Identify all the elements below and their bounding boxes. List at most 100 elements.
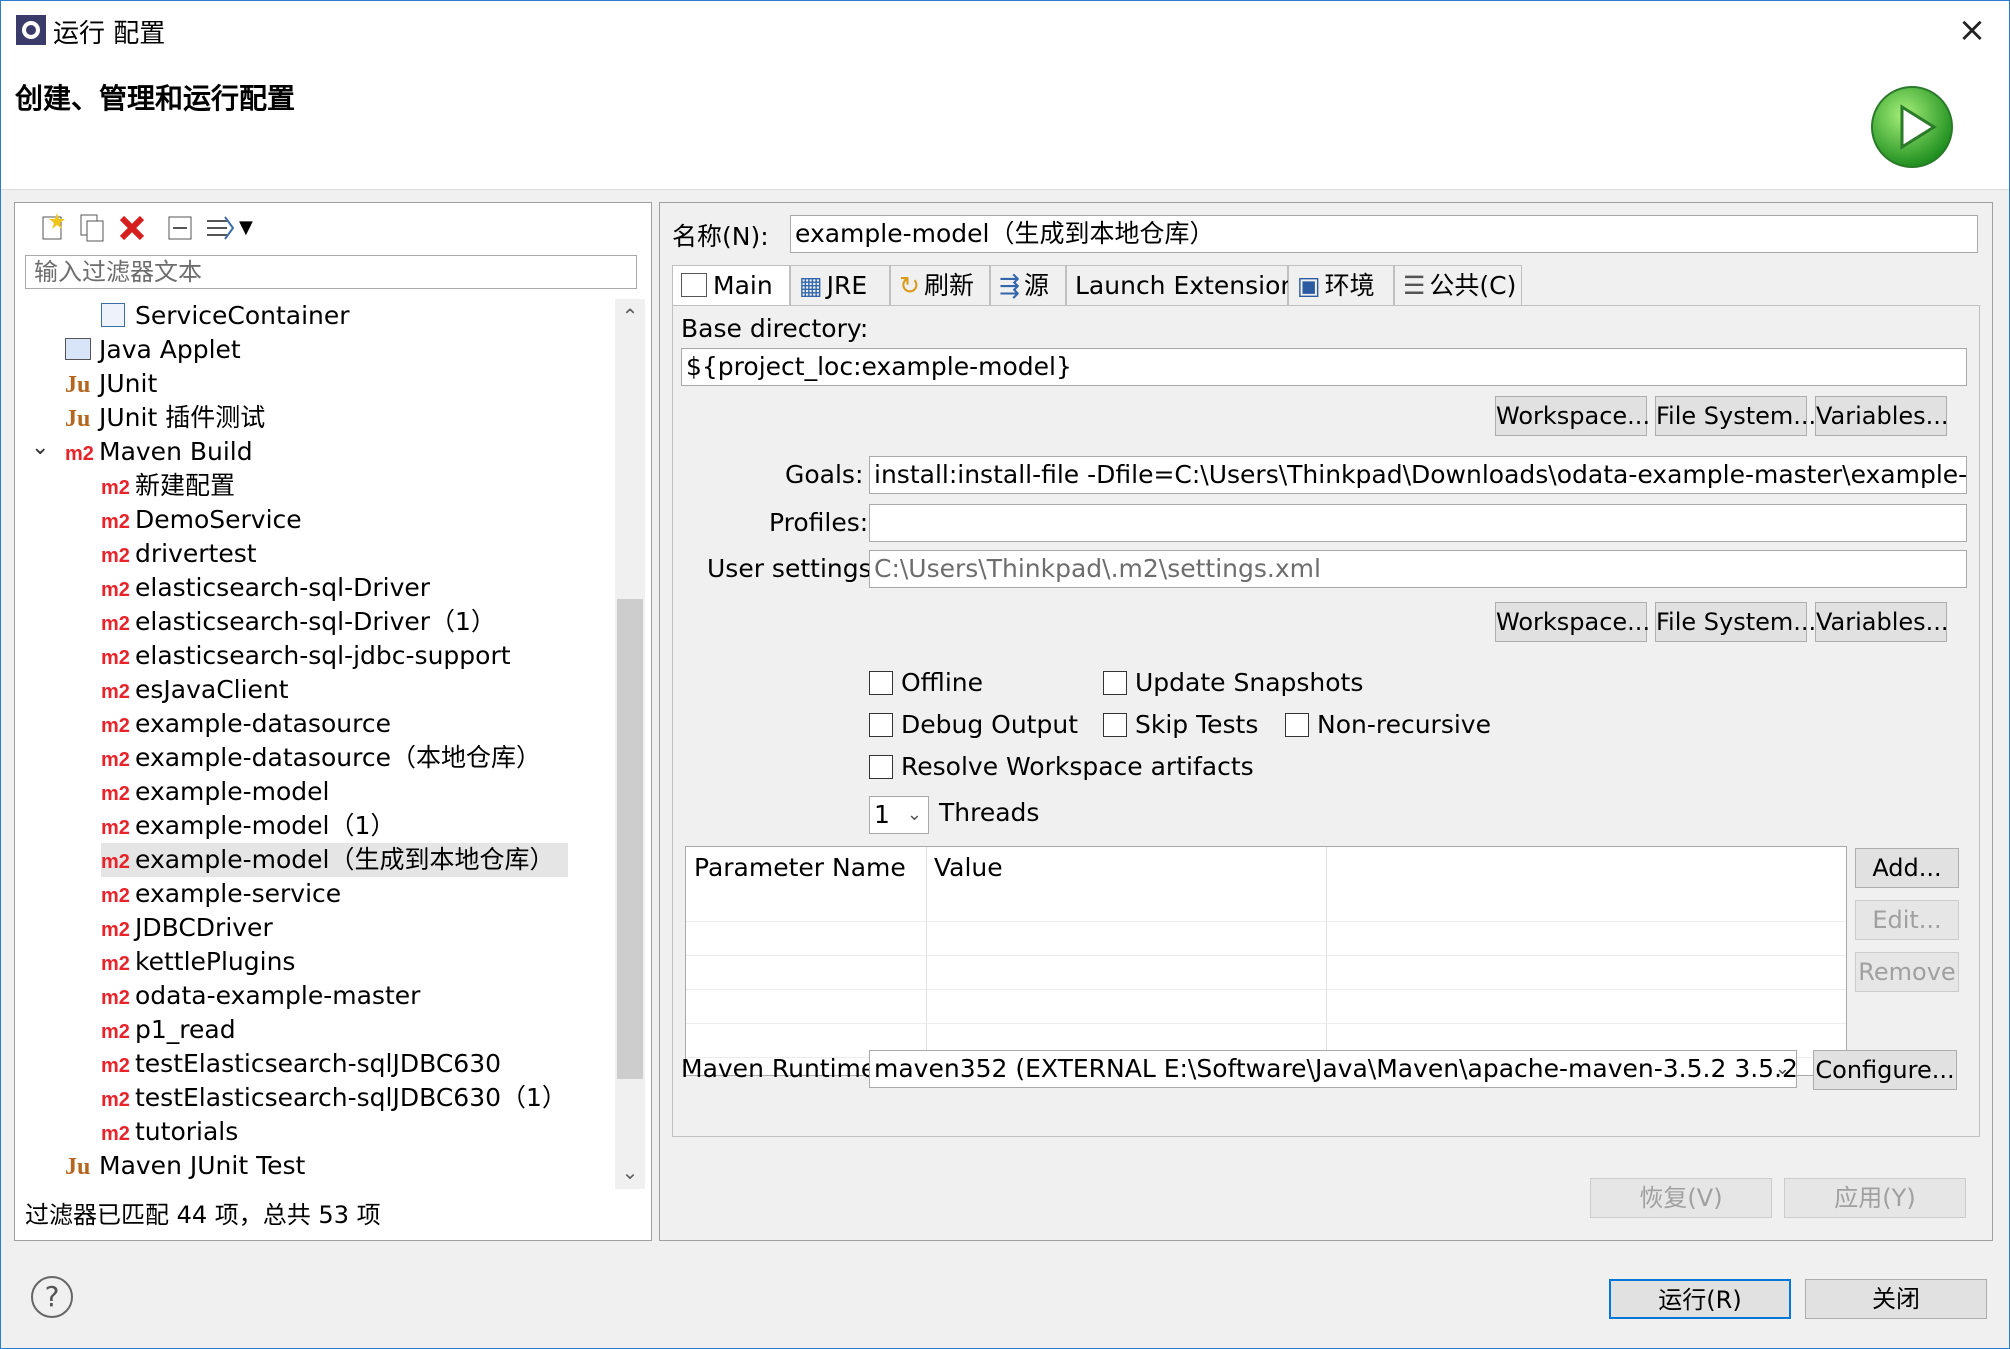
skip-tests-label: Skip Tests	[1135, 710, 1259, 739]
tree-item[interactable]: m2 elasticsearch-sql-jdbc-support	[101, 639, 511, 673]
tree-item[interactable]: m2 testElasticsearch-sqlJDBC630（1）	[101, 1081, 567, 1115]
scrollbar-thumb[interactable]	[617, 599, 643, 1079]
close-window-button[interactable]: ×	[1949, 7, 1995, 53]
offline-checkbox[interactable]: Offline	[869, 668, 983, 697]
new-config-icon[interactable]	[35, 211, 69, 245]
settings-variables-button[interactable]: Variables...	[1815, 602, 1949, 642]
common-tab-icon: ☰	[1403, 271, 1426, 300]
configuration-tree: ServiceContainer Java Applet Ju JUnit Ju JUni…	[25, 299, 615, 1189]
param-name-header[interactable]: Parameter Name	[694, 853, 906, 882]
tab-environment[interactable]: ▣ 环境	[1288, 265, 1394, 305]
name-field[interactable]: example-model（生成到本地仓库）	[790, 215, 1978, 253]
tree-scrollbar[interactable]: ⌃ ⌄	[615, 299, 645, 1189]
duplicate-config-icon[interactable]	[75, 211, 109, 245]
update-snapshots-checkbox[interactable]: Update Snapshots	[1103, 668, 1363, 697]
non-recursive-box[interactable]	[1285, 713, 1309, 737]
table-row	[686, 955, 1846, 956]
run-button[interactable]: 运行(R)	[1609, 1279, 1791, 1319]
tab-launch-extensions[interactable]: Launch Extensions	[1066, 265, 1309, 305]
tree-item[interactable]: m2 elasticsearch-sql-Driver	[101, 571, 430, 605]
settings-filesystem-button[interactable]: File System...	[1655, 602, 1816, 642]
tree-item[interactable]: m2 新建配置	[101, 469, 235, 503]
tab-source[interactable]: ⇶ 源	[990, 265, 1066, 305]
tree-item[interactable]: ServiceContainer	[101, 299, 350, 333]
goals-field[interactable]: install:install-file -Dfile=C:\Users\Thi…	[869, 456, 1967, 494]
non-recursive-checkbox[interactable]: Non-recursive	[1285, 710, 1491, 739]
tree-item[interactable]: m2 drivertest	[101, 537, 257, 571]
filter-input[interactable]: 输入过滤器文本	[25, 255, 637, 289]
tree-item[interactable]: m2 esJavaClient	[101, 673, 289, 707]
base-dir-filesystem-button[interactable]: File System...	[1655, 396, 1816, 436]
main-tab-content: Base directory: ${project_loc:example-mo…	[672, 305, 1980, 1137]
skip-tests-checkbox[interactable]: Skip Tests	[1103, 710, 1258, 739]
tab-refresh[interactable]: ↻ 刷新	[890, 265, 990, 305]
revert-button[interactable]: 恢复(V)	[1590, 1178, 1772, 1218]
tree-item[interactable]: m2 example-datasource（本地仓库）	[101, 741, 541, 775]
resolve-workspace-checkbox[interactable]: Resolve Workspace artifacts	[869, 752, 1254, 781]
chevron-down-icon[interactable]: ⌄	[31, 431, 49, 465]
tab-environment-label: 环境	[1324, 271, 1375, 300]
tree-item-label: example-service	[135, 879, 342, 908]
tree-item[interactable]: m2 odata-example-master	[101, 979, 420, 1013]
tree-item[interactable]: Ju Maven JUnit Test	[65, 1149, 305, 1183]
filter-config-icon[interactable]	[203, 211, 237, 245]
offline-box[interactable]	[869, 671, 893, 695]
window-title: 运行 配置	[53, 19, 166, 49]
base-dir-field[interactable]: ${project_loc:example-model}	[681, 348, 1967, 386]
remove-parameter-button[interactable]: Remove	[1855, 952, 1959, 992]
settings-workspace-button[interactable]: Workspace...	[1495, 602, 1650, 642]
tree-item-label: JDBCDriver	[135, 913, 273, 942]
value-header[interactable]: Value	[934, 853, 1003, 882]
tree-item[interactable]: m2 kettlePlugins	[101, 945, 295, 979]
tree-item-label: odata-example-master	[135, 981, 421, 1010]
maven-runtime-dropdown-icon[interactable]: ⌄	[1775, 1051, 1790, 1087]
tree-item[interactable]: m2 elasticsearch-sql-Driver（1）	[101, 605, 496, 639]
tree-item[interactable]: m2 p1_read	[101, 1013, 236, 1047]
tree-item[interactable]: Ju JUnit	[65, 367, 157, 401]
tree-item[interactable]: m2 testElasticsearch-sqlJDBC630	[101, 1047, 501, 1081]
threads-select[interactable]: 1 ⌄	[869, 796, 929, 834]
user-settings-field[interactable]: C:\Users\Thinkpad\.m2\settings.xml	[869, 550, 1967, 588]
tab-jre[interactable]: ▦ JRE	[790, 265, 890, 305]
tree-item[interactable]: m2 DemoService	[101, 503, 302, 537]
m2-icon: m2	[101, 1089, 130, 1111]
tree-item-label: p1_read	[135, 1015, 236, 1044]
m2-icon: m2	[101, 681, 130, 703]
maven-runtime-select[interactable]: maven352 (EXTERNAL E:\Software\Java\Mave…	[869, 1050, 1797, 1088]
resolve-workspace-box[interactable]	[869, 755, 893, 779]
edit-parameter-button[interactable]: Edit...	[1855, 900, 1959, 940]
tree-item[interactable]: m2 example-model（生成到本地仓库）	[101, 843, 569, 877]
collapse-all-icon[interactable]	[163, 211, 197, 245]
tree-item[interactable]: m2 example-service	[101, 877, 341, 911]
debug-output-box[interactable]	[869, 713, 893, 737]
threads-dropdown-icon[interactable]: ⌄	[907, 797, 922, 833]
tree-item[interactable]: Java Applet	[65, 333, 241, 367]
tree-item[interactable]: ⌄ m2 Maven Build	[31, 435, 253, 469]
tree-item[interactable]: m2 JDBCDriver	[101, 911, 273, 945]
m2-icon: m2	[101, 511, 130, 533]
debug-output-checkbox[interactable]: Debug Output	[869, 710, 1078, 739]
view-menu-dropdown-icon[interactable]: ▼	[239, 217, 253, 238]
tab-common[interactable]: ☰ 公共(C)	[1394, 265, 1522, 305]
apply-button[interactable]: 应用(Y)	[1784, 1178, 1966, 1218]
skip-tests-box[interactable]	[1103, 713, 1127, 737]
tree-item[interactable]: m2 example-model	[101, 775, 329, 809]
base-dir-variables-button[interactable]: Variables...	[1815, 396, 1949, 436]
tree-item-label: testElasticsearch-sqlJDBC630（1）	[135, 1083, 567, 1112]
tree-item[interactable]: m2 example-model（1）	[101, 809, 395, 843]
tree-item-label: DemoService	[135, 505, 302, 534]
add-parameter-button[interactable]: Add...	[1855, 848, 1959, 888]
tree-item[interactable]: m2 tutorials	[101, 1115, 238, 1149]
configure-button[interactable]: Configure...	[1813, 1050, 1957, 1090]
tab-main[interactable]: Main	[672, 265, 790, 307]
scroll-up-icon[interactable]: ⌃	[615, 301, 645, 331]
base-dir-workspace-button[interactable]: Workspace...	[1495, 396, 1650, 436]
close-button[interactable]: 关闭	[1805, 1279, 1987, 1319]
delete-config-icon[interactable]	[115, 211, 149, 245]
tree-item[interactable]: m2 example-datasource	[101, 707, 391, 741]
tree-item[interactable]: Ju JUnit 插件测试	[65, 401, 265, 435]
help-icon[interactable]: ?	[31, 1276, 73, 1318]
scroll-down-icon[interactable]: ⌄	[615, 1157, 645, 1187]
profiles-field[interactable]	[869, 504, 1967, 542]
update-snapshots-box[interactable]	[1103, 671, 1127, 695]
